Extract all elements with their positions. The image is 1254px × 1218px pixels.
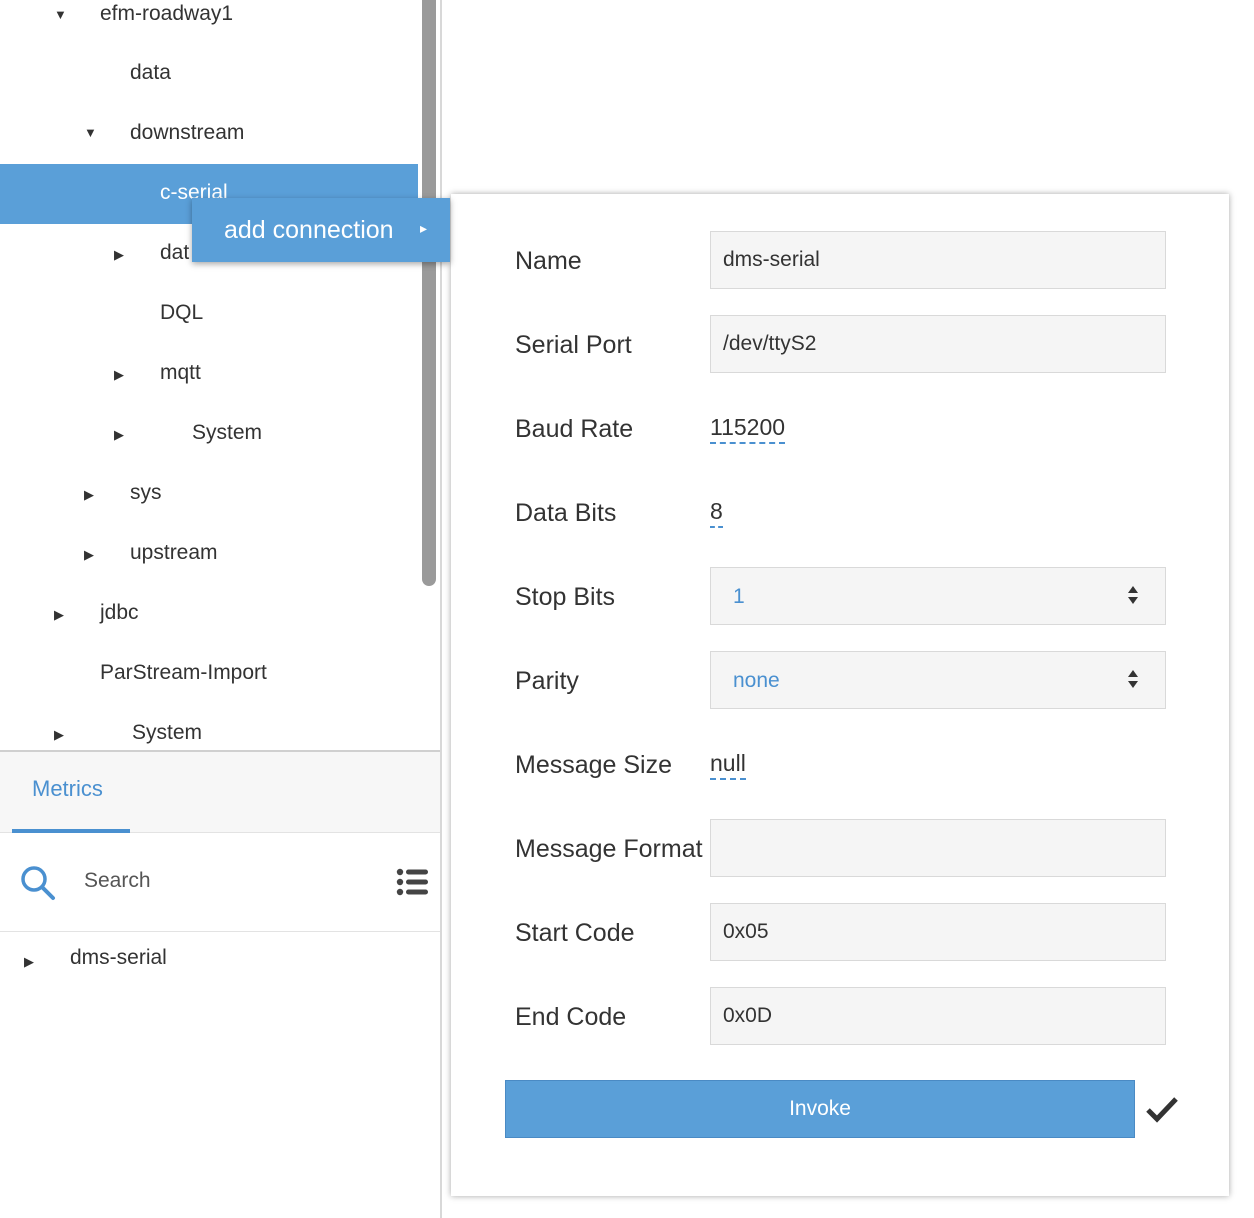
tree-item-parstream-import[interactable]: ParStream-Import — [0, 644, 418, 704]
select-arrows-icon — [1128, 670, 1138, 688]
tree-item-system[interactable]: ▶ System — [0, 704, 418, 750]
checkmark-icon — [1146, 1097, 1178, 1123]
name-label: Name — [515, 247, 582, 275]
tab-metrics-label: Metrics — [32, 776, 103, 801]
tree-item-label: dat — [160, 241, 190, 264]
message-size-editable[interactable]: null — [710, 748, 746, 780]
expand-arrow-icon[interactable]: ▶ — [114, 240, 124, 270]
start-code-field[interactable] — [710, 903, 1166, 961]
submenu-arrow-icon: ▸ — [420, 220, 428, 236]
tree-item-label: System — [132, 721, 203, 744]
expand-arrow-icon[interactable]: ▶ — [54, 600, 64, 630]
stop-bits-value: 1 — [733, 585, 745, 608]
parity-select[interactable]: none — [710, 651, 1166, 709]
message-format-field[interactable] — [710, 819, 1166, 877]
tree-item-jdbc[interactable]: ▶ jdbc — [0, 584, 418, 644]
tree-item-upstream[interactable]: ▶ upstream — [0, 524, 418, 584]
invoke-action-dialog: Name Serial Port Baud Rate 115200 Data B… — [451, 194, 1229, 1196]
invoke-button[interactable]: Invoke — [505, 1080, 1135, 1138]
tree-item-label: upstream — [130, 541, 218, 564]
end-code-label: End Code — [515, 1003, 627, 1031]
search-input[interactable] — [84, 869, 374, 893]
menu-item-add-connection[interactable]: add connection — [224, 216, 394, 245]
context-menu-add-connection[interactable]: add connection ▸ — [192, 198, 450, 262]
expand-arrow-icon[interactable]: ▶ — [114, 360, 124, 390]
tree-item-label: data — [130, 61, 171, 84]
expand-arrow-icon[interactable]: ▶ — [114, 420, 124, 450]
tree-item-mqtt[interactable]: ▶ mqtt — [0, 344, 418, 404]
data-bits-label: Data Bits — [515, 499, 617, 527]
serial-port-label: Serial Port — [515, 331, 632, 359]
search-icon[interactable] — [20, 865, 56, 901]
metric-item-label: dms-serial — [70, 946, 167, 969]
expand-arrow-icon[interactable]: ▼ — [54, 0, 67, 30]
tree-item-downstream[interactable]: ▼ downstream — [0, 104, 418, 164]
tree-item-label: mqtt — [160, 361, 201, 384]
tree-item-dql[interactable]: DQL — [0, 284, 418, 344]
stop-bits-select[interactable]: 1 — [710, 567, 1166, 625]
parity-label: Parity — [515, 667, 579, 695]
select-arrows-icon — [1128, 586, 1138, 604]
start-code-label: Start Code — [515, 919, 635, 947]
tree-item-label: efm-roadway1 — [100, 2, 234, 25]
baud-rate-label: Baud Rate — [515, 415, 634, 443]
tree-item-data[interactable]: data — [0, 44, 418, 104]
metric-list-item[interactable]: ▶ dms-serial — [0, 932, 440, 992]
tree-scrollbar[interactable] — [422, 0, 436, 586]
data-bits-editable[interactable]: 8 — [710, 496, 723, 528]
message-size-label: Message Size — [515, 751, 673, 779]
expand-arrow-icon[interactable]: ▶ — [24, 932, 34, 992]
expand-arrow-icon[interactable]: ▶ — [54, 720, 64, 750]
expand-arrow-icon[interactable]: ▼ — [84, 118, 97, 148]
expand-arrow-icon[interactable]: ▶ — [84, 480, 94, 510]
tree-item-system-nested[interactable]: ▶ System — [0, 404, 418, 464]
search-bar — [0, 833, 440, 932]
tree-item-label: ParStream-Import — [100, 661, 267, 684]
tree-item-label: System — [192, 421, 263, 444]
tree-item-label: DQL — [160, 301, 204, 324]
expand-arrow-icon[interactable]: ▶ — [84, 540, 94, 570]
list-view-icon[interactable] — [396, 866, 428, 898]
tab-metrics[interactable]: Metrics — [12, 752, 130, 833]
tree-item-sys[interactable]: ▶ sys — [0, 464, 418, 524]
tree-item-label: downstream — [130, 121, 245, 144]
name-field[interactable] — [710, 231, 1166, 289]
serial-port-field[interactable] — [710, 315, 1166, 373]
stop-bits-label: Stop Bits — [515, 583, 616, 611]
tree-item-label: jdbc — [100, 601, 139, 624]
panel-divider[interactable] — [440, 0, 442, 1218]
message-format-label: Message Format — [515, 835, 703, 863]
tree-panel: ▼ efm-roadway1 data ▼ downstream c-seria… — [0, 0, 440, 752]
metrics-tabbar: Metrics — [0, 752, 440, 833]
parity-value: none — [733, 669, 780, 692]
end-code-field[interactable] — [710, 987, 1166, 1045]
baud-rate-editable[interactable]: 115200 — [710, 412, 786, 444]
tree-item-label: sys — [130, 481, 162, 504]
